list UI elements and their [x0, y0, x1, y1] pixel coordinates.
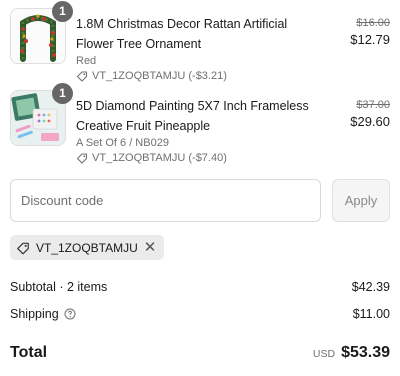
quantity-badge: 1	[52, 83, 73, 104]
quantity-badge: 1	[52, 1, 73, 22]
shipping-row: Shipping $11.00	[10, 307, 390, 321]
help-icon[interactable]	[64, 308, 76, 320]
product-title: 5D Diamond Painting 5X7 Inch Frameless C…	[76, 99, 309, 133]
subtotal-value: $42.39	[351, 280, 390, 294]
applied-discount-chip: VT_1ZOQBTAMJU ✕	[10, 235, 165, 260]
cart-item: 1 1.8M Christmas Decor Rattan Artificial…	[10, 1, 390, 82]
apply-button[interactable]: Apply	[332, 179, 390, 222]
tag-icon	[76, 71, 88, 82]
original-price: $16.00	[356, 17, 390, 29]
remove-discount-icon[interactable]: ✕	[144, 240, 157, 255]
discount-code-form: Apply	[10, 179, 390, 222]
product-thumbnail: 1	[10, 1, 73, 64]
cart-item: 1 5D Diamond Painting 5X7 Inch Frameless…	[10, 83, 390, 164]
product-variant: A Set Of 6 / NB029	[76, 137, 169, 149]
product-thumbnail: 1	[10, 83, 73, 146]
item-discount: VT_1ZOQBTAMJU (-$3.21)	[76, 69, 326, 83]
item-discount-text: VT_1ZOQBTAMJU (-$3.21)	[92, 70, 227, 82]
original-price: $37.00	[356, 99, 390, 111]
discounted-price: $29.60	[350, 114, 390, 129]
item-discount-text: VT_1ZOQBTAMJU (-$7.40)	[92, 152, 227, 164]
shipping-value: $11.00	[352, 307, 390, 321]
tag-icon	[17, 242, 29, 254]
total-label: Total	[10, 344, 48, 361]
applied-code-text: VT_1ZOQBTAMJU	[36, 240, 138, 255]
discounted-price: $12.79	[350, 32, 390, 47]
total-value: $53.39	[341, 344, 390, 361]
shipping-label: Shipping	[10, 307, 59, 321]
subtotal-label: Subtotal · 2 items	[10, 280, 108, 294]
subtotal-row: Subtotal · 2 items $42.39	[10, 280, 390, 294]
currency-code: USD	[312, 348, 336, 360]
discount-code-input[interactable]	[10, 179, 321, 222]
product-title: 1.8M Christmas Decor Rattan Artificial F…	[76, 17, 288, 51]
product-variant: Red	[76, 55, 97, 67]
tag-icon	[76, 153, 88, 164]
item-discount: VT_1ZOQBTAMJU (-$7.40)	[76, 151, 326, 165]
total-row: Total USD $53.39	[10, 344, 390, 362]
